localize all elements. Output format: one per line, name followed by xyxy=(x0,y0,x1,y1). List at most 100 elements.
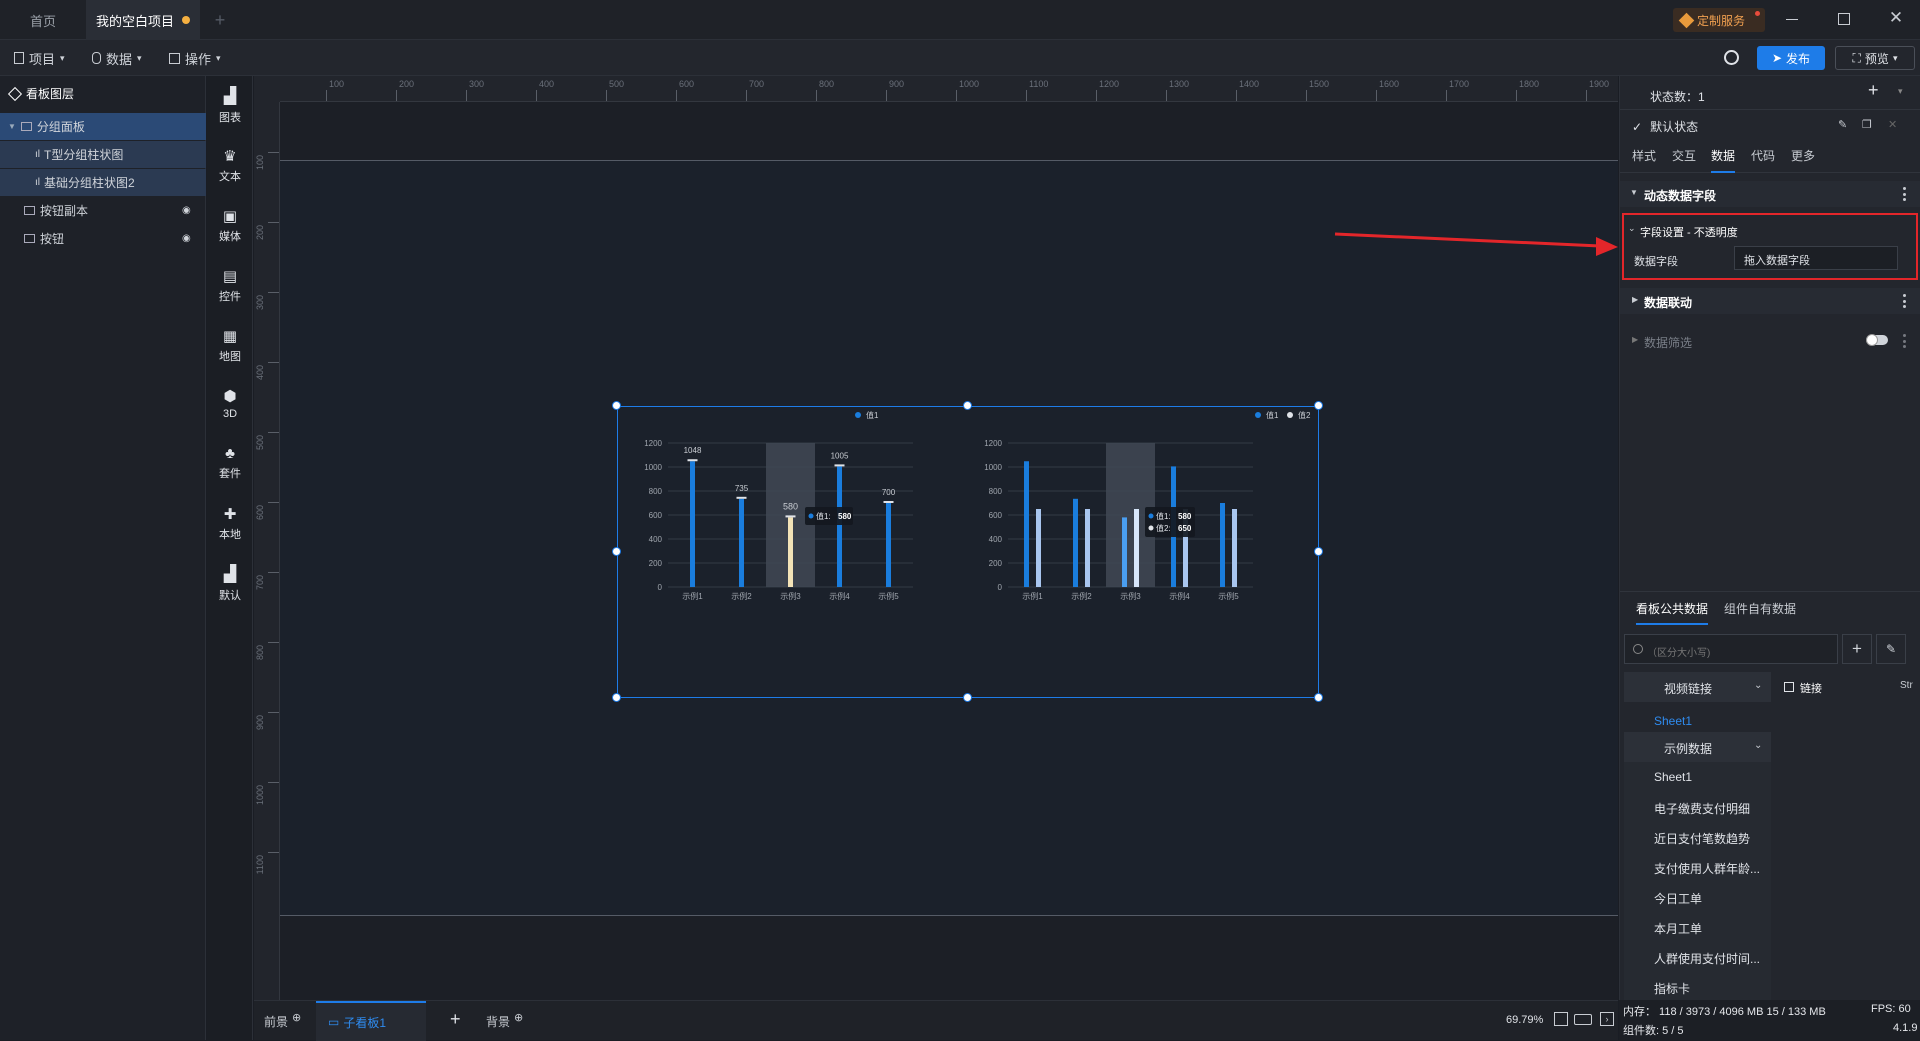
add-tab-icon[interactable]: + xyxy=(210,10,230,30)
sheet-item[interactable]: 指标卡 xyxy=(1654,980,1690,997)
delete-icon[interactable]: ✕ xyxy=(1888,118,1897,131)
tool-control[interactable]: ▤ 控件 xyxy=(207,256,253,314)
layer-item-button-copy[interactable]: 按钮副本 ◉ xyxy=(0,197,206,224)
chart-basic-bar[interactable]: 0 200 400 600 800 1000 1200 示例1 示例2 示例3 示例4 示例5 值1 值2… xyxy=(958,407,1318,607)
tab-style[interactable]: 样式 xyxy=(1632,147,1656,164)
restore-icon[interactable] xyxy=(1838,13,1850,25)
tool-local[interactable]: ✚ 本地 xyxy=(207,494,253,552)
custom-service-button[interactable]: 定制服务 xyxy=(1673,8,1765,32)
resize-handle-bl[interactable] xyxy=(612,693,621,702)
chevron-down-icon[interactable]: ⌄ xyxy=(1628,223,1636,234)
tab-home[interactable]: 首页 xyxy=(0,0,86,40)
sheet-item[interactable]: Sheet1 xyxy=(1654,770,1692,784)
preview-button[interactable]: ⛶ 预览 ▾ xyxy=(1835,46,1915,70)
legend-label: 值1 xyxy=(866,410,879,420)
tool-kit[interactable]: ♣ 套件 xyxy=(207,434,253,492)
eye-icon[interactable]: ◉ xyxy=(182,205,191,216)
zoom-level[interactable]: 69.79% xyxy=(1506,1014,1543,1026)
more-vertical-icon[interactable] xyxy=(1903,334,1906,348)
ruler-tick xyxy=(746,90,747,101)
resize-handle-ml[interactable] xyxy=(612,547,621,556)
tab-board-public-data[interactable]: 看板公共数据 xyxy=(1636,600,1709,625)
tab-foreground[interactable]: 前景 ⊕ xyxy=(264,1011,301,1030)
checkbox[interactable] xyxy=(1784,682,1794,692)
copy-icon[interactable]: ❐ xyxy=(1862,118,1872,131)
sheet-item[interactable]: 今日工单 xyxy=(1654,890,1702,907)
ruler-tick-label: 1100 xyxy=(255,855,265,875)
tab-project[interactable]: 我的空白项目 xyxy=(86,0,200,40)
selected-group-frame[interactable]: 0 200 400 600 800 1000 1200 1048 735 580 1005 700 示例… xyxy=(617,406,1319,698)
add-data-button[interactable]: + xyxy=(1842,634,1872,664)
add-circle-icon[interactable]: ⊕ xyxy=(514,1011,523,1024)
bar-cap xyxy=(834,464,845,467)
tab-background[interactable]: 背景 ⊕ xyxy=(486,1011,523,1030)
more-vertical-icon[interactable] xyxy=(1903,187,1906,201)
resize-handle-br[interactable] xyxy=(1314,693,1323,702)
x-tick-label: 示例2 xyxy=(1071,591,1092,601)
close-icon[interactable]: ✕ xyxy=(1886,8,1906,30)
resize-handle-mr[interactable] xyxy=(1314,547,1323,556)
tool-default[interactable]: ▟ 默认 xyxy=(207,554,253,612)
legend-marker xyxy=(1287,412,1293,418)
layer-item-basic-bar[interactable]: ıl 基础分组柱状图2 xyxy=(0,169,206,196)
sheet-item[interactable]: 电子缴费支付明细 xyxy=(1654,800,1750,817)
resize-handle-tr[interactable] xyxy=(1314,401,1323,410)
ruler-top-ticks: 100 200 300 400 500 600 700 800 900 1000 1100 1200 1… xyxy=(280,76,1618,101)
sheet-item[interactable]: 近日支付笔数趋势 xyxy=(1654,830,1750,847)
tab-code[interactable]: 代码 xyxy=(1751,147,1775,164)
publish-button[interactable]: ➤ 发布 xyxy=(1757,46,1825,70)
layer-item-t-bar[interactable]: ıl T型分组柱状图 xyxy=(0,141,206,168)
tab-subboard[interactable]: ▭ 子看板1 xyxy=(316,1001,426,1041)
sheet-item[interactable]: 支付使用人群年龄... xyxy=(1654,860,1760,877)
edit-data-button[interactable]: ✎ xyxy=(1876,634,1906,664)
add-circle-icon[interactable]: ⊕ xyxy=(292,1011,301,1024)
tool-text[interactable]: ♛ 文本 xyxy=(207,136,253,194)
menu-project[interactable]: 项目 ▾ xyxy=(14,48,65,68)
more-vertical-icon[interactable] xyxy=(1903,294,1906,308)
resize-handle-bm[interactable] xyxy=(963,693,972,702)
minimize-icon[interactable] xyxy=(1786,19,1798,20)
datasource-video-link[interactable]: 视频链接 ⌄ xyxy=(1624,672,1771,702)
sheet-item[interactable]: 人群使用支付时间... xyxy=(1654,950,1760,967)
data-link-section[interactable]: ▶ 数据联动 xyxy=(1620,288,1920,314)
terminal-icon[interactable]: › xyxy=(1600,1012,1614,1026)
edit-icon[interactable]: ✎ xyxy=(1838,118,1847,131)
y-tick-label: 1200 xyxy=(984,439,1002,448)
tab-data[interactable]: 数据 xyxy=(1711,147,1736,173)
button-icon xyxy=(24,234,35,243)
keyboard-icon[interactable] xyxy=(1574,1014,1592,1025)
resize-handle-tl[interactable] xyxy=(612,401,621,410)
eye-icon[interactable]: ◉ xyxy=(182,233,191,244)
chart-t-bar[interactable]: 0 200 400 600 800 1000 1200 1048 735 580 1005 700 示例… xyxy=(618,407,958,607)
layer-item-group-panel[interactable]: ▼ 分组面板 xyxy=(0,113,206,140)
data-search-input[interactable]: （区分大小写) xyxy=(1624,634,1838,664)
y-tick-label: 1000 xyxy=(984,463,1002,472)
monitor-icon: ▭ xyxy=(328,1015,340,1029)
tool-chart[interactable]: ▟ 图表 xyxy=(207,76,253,134)
add-state-icon[interactable]: + xyxy=(1868,80,1879,101)
chevron-down-icon[interactable]: ▾ xyxy=(1898,86,1903,97)
tool-map[interactable]: ▦ 地图 xyxy=(207,316,253,374)
tab-component-data[interactable]: 组件自有数据 xyxy=(1724,600,1796,617)
layer-item-button[interactable]: 按钮 ◉ xyxy=(0,225,206,252)
version-label: 4.1.9 xyxy=(1893,1022,1918,1034)
data-filter-section[interactable]: ▶ 数据筛选 xyxy=(1620,328,1920,354)
tab-more[interactable]: 更多 xyxy=(1791,147,1815,164)
tooltip-value: 580 xyxy=(1178,512,1192,521)
dynamic-fields-section[interactable]: ▼ 动态数据字段 xyxy=(1620,181,1920,207)
tab-interaction[interactable]: 交互 xyxy=(1672,147,1696,164)
sheet-item[interactable]: 本月工单 xyxy=(1654,920,1702,937)
filter-toggle[interactable] xyxy=(1866,334,1888,346)
tool-3d[interactable]: ⬢ 3D xyxy=(207,374,253,432)
default-state-row[interactable]: ✓ 默认状态 xyxy=(1632,118,1698,135)
sheet-item-active[interactable]: Sheet1 xyxy=(1654,714,1692,728)
search-icon[interactable] xyxy=(1724,50,1739,65)
menu-operations[interactable]: 操作 ▾ xyxy=(169,48,221,68)
fit-screen-icon[interactable] xyxy=(1554,1012,1568,1026)
menu-data[interactable]: 数据 ▾ xyxy=(92,48,142,68)
tool-media[interactable]: ▣ 媒体 xyxy=(207,196,253,254)
data-field-dropzone[interactable]: 拖入数据字段 xyxy=(1734,246,1898,270)
datasource-example[interactable]: 示例数据 ⌄ xyxy=(1624,732,1771,762)
add-board-icon[interactable]: + xyxy=(450,1009,461,1030)
resize-handle-tm[interactable] xyxy=(963,401,972,410)
